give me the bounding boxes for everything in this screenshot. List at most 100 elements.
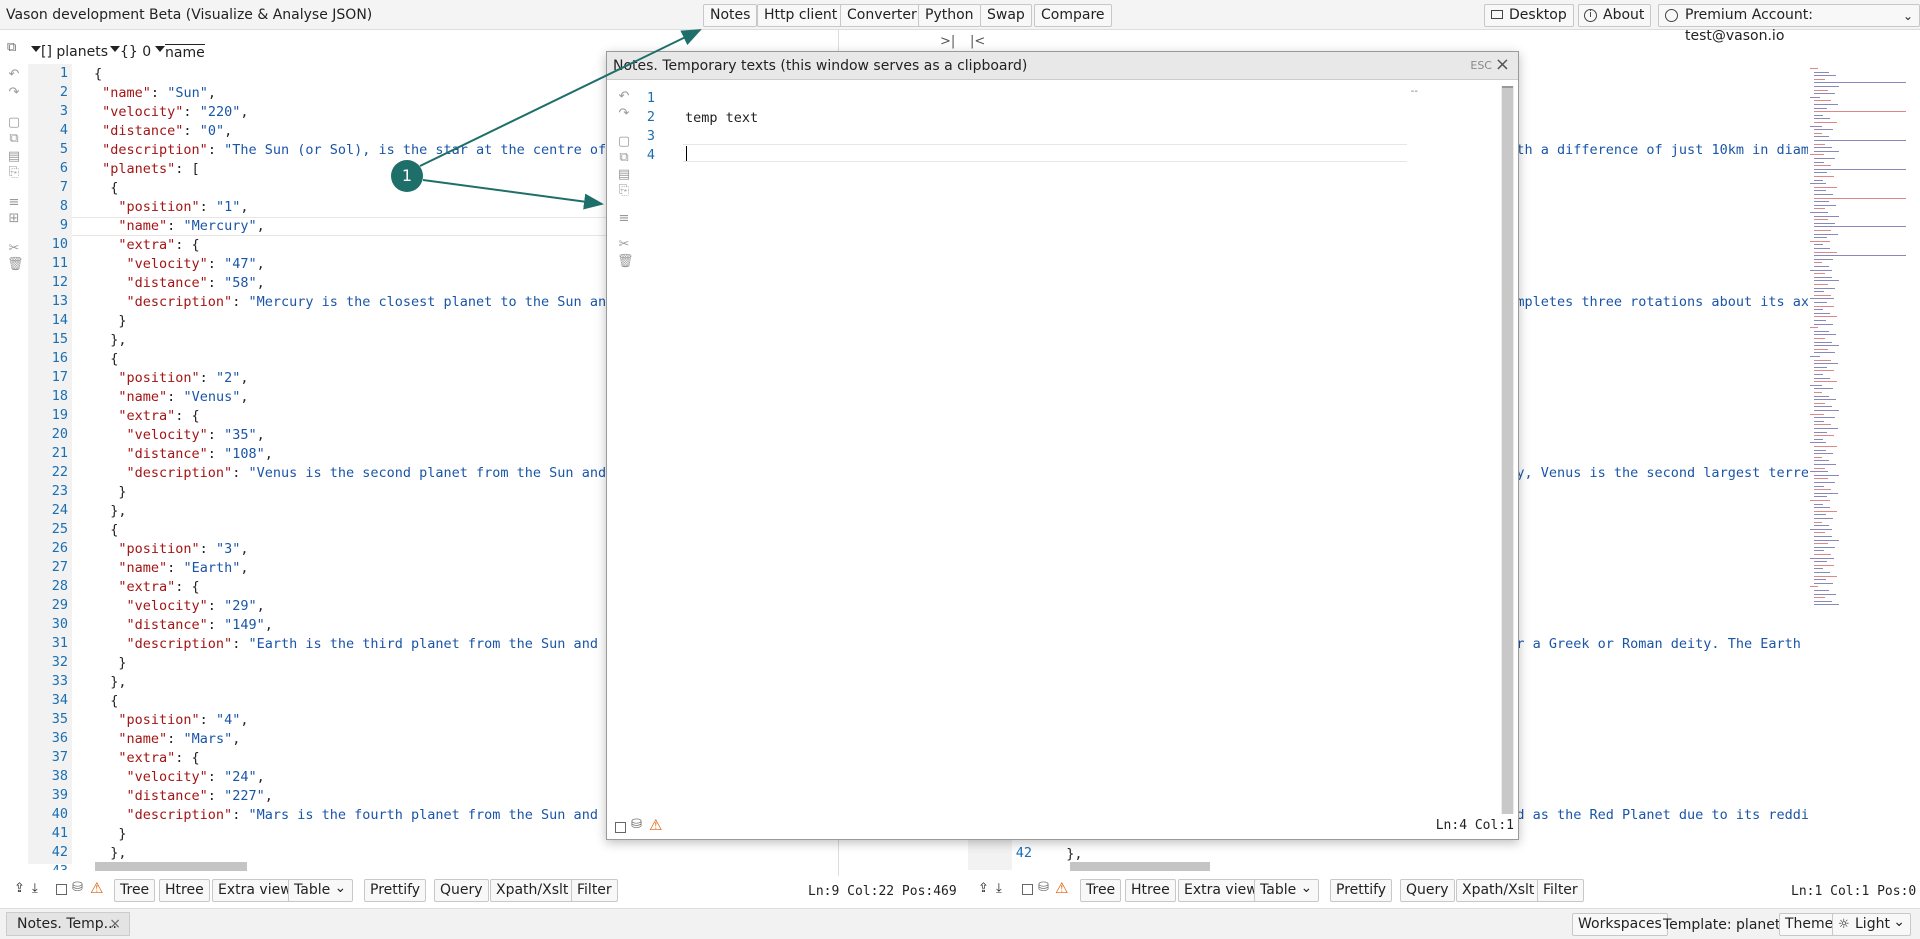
- database-icon[interactable]: ⛁: [1038, 880, 1049, 895]
- minimap-line: [1814, 377, 1830, 379]
- code-line: }: [94, 313, 127, 329]
- wrap-icon[interactable]: ≡: [617, 212, 631, 226]
- query-button[interactable]: Query: [1400, 879, 1455, 902]
- upload-icon[interactable]: ⇪: [978, 881, 989, 896]
- query-button[interactable]: Query: [434, 879, 489, 902]
- database-icon[interactable]: ⛁: [631, 817, 642, 832]
- warning-icon[interactable]: ⚠: [90, 879, 103, 897]
- workspaces-button[interactable]: Workspaces: [1572, 913, 1668, 936]
- light-theme-select[interactable]: ☼ Light ⌄: [1832, 913, 1911, 936]
- notes-editor[interactable]: 1 2 temp text 3 4: [635, 86, 1495, 806]
- checkbox[interactable]: [1022, 884, 1033, 895]
- code-line: "position": "4",: [118, 712, 249, 728]
- select-all-icon[interactable]: ▢: [617, 135, 631, 149]
- minimap-line: [1814, 330, 1829, 332]
- code-line: }: [94, 655, 127, 671]
- notes-line-number: 4: [646, 147, 655, 163]
- htree-button[interactable]: Htree: [1125, 879, 1176, 902]
- minimap-line: [1814, 341, 1832, 343]
- minimap-line: [1814, 302, 1827, 303]
- download-icon[interactable]: ⤓: [32, 881, 38, 896]
- minimap-line: [1814, 93, 1835, 95]
- copy-icon[interactable]: ⧉: [617, 151, 631, 165]
- close-icon[interactable]: ×: [109, 913, 121, 935]
- paste-icon[interactable]: ▤: [617, 168, 631, 182]
- theme-button[interactable]: Theme: [1779, 913, 1840, 936]
- prettify-button[interactable]: Prettify: [1330, 879, 1393, 902]
- minimap-line: [1814, 161, 1824, 163]
- htree-button[interactable]: Htree: [159, 879, 210, 902]
- line-number: 13: [51, 293, 68, 309]
- line-number: 35: [51, 711, 68, 727]
- collapse-right-icon[interactable]: |<: [970, 34, 985, 49]
- right-cursor-status: Ln:1 Col:1 Pos:0: [1791, 884, 1917, 899]
- minimap-line: [1814, 176, 1834, 177]
- minimap-line: [1814, 309, 1823, 311]
- tree-button[interactable]: Tree: [114, 879, 156, 902]
- minimap-line: [1814, 561, 1827, 563]
- paste-special-icon[interactable]: ⎘: [617, 184, 631, 198]
- minimap-line: [1814, 323, 1833, 325]
- xpath-xslt-button[interactable]: Xpath/Xslt: [490, 879, 575, 902]
- minimap-line: [1814, 464, 1836, 465]
- notes-dialog[interactable]: Notes. Temporary texts (this window serv…: [606, 51, 1519, 840]
- table-select[interactable]: Table ⌄: [1254, 879, 1320, 902]
- minimap-line: [1814, 104, 1838, 105]
- line-number: 17: [51, 369, 68, 385]
- redo-icon[interactable]: ↷: [617, 107, 631, 121]
- extra-view-button[interactable]: Extra view: [212, 879, 298, 902]
- checkbox[interactable]: [56, 884, 67, 895]
- filter-button[interactable]: Filter: [1537, 879, 1584, 902]
- line-number: 10: [51, 236, 68, 252]
- cut-icon[interactable]: ✂: [617, 238, 631, 252]
- left-editor-hscroll[interactable]: [95, 862, 247, 871]
- filter-button[interactable]: Filter: [571, 879, 618, 902]
- warning-icon[interactable]: ⚠: [649, 816, 662, 834]
- minimap-line: [1814, 143, 1825, 145]
- minimap-line: [1814, 381, 1837, 383]
- line-number: 20: [51, 426, 68, 442]
- prettify-button[interactable]: Prettify: [364, 879, 427, 902]
- trash-icon[interactable]: 🗑: [617, 255, 634, 269]
- text-cursor: [686, 146, 687, 161]
- code-line: "name": "Earth",: [118, 560, 249, 576]
- notes-dialog-titlebar[interactable]: Notes. Temporary texts (this window serv…: [607, 52, 1518, 80]
- upload-icon[interactable]: ⇪: [14, 881, 25, 896]
- notes-tab[interactable]: Notes. Temp... ×: [6, 912, 130, 936]
- notes-vscroll-thumb[interactable]: [1502, 86, 1513, 814]
- code-line: {: [94, 351, 119, 367]
- minimap-line: [1814, 525, 1829, 527]
- minimap-line: [1814, 147, 1832, 149]
- table-select[interactable]: Table ⌄: [288, 879, 354, 902]
- code-line: },: [94, 845, 127, 861]
- minimap[interactable]: [1808, 64, 1908, 624]
- xpath-xslt-button[interactable]: Xpath/Xslt: [1456, 879, 1541, 902]
- database-icon[interactable]: ⛁: [72, 880, 83, 895]
- line-number: 33: [51, 673, 68, 689]
- tree-button[interactable]: Tree: [1080, 879, 1122, 902]
- minimap-line: [1814, 399, 1836, 401]
- warning-icon[interactable]: ⚠: [1055, 879, 1068, 897]
- undo-icon[interactable]: ↶: [617, 90, 631, 104]
- minimap-line: [1814, 417, 1835, 419]
- minimap-line: [1814, 496, 1827, 498]
- right-bottom-toolbar: ⇪ ⤓ ⛁ ⚠ Tree Htree Extra view Table ⌄ Pre…: [966, 876, 1920, 906]
- notes-vscroll[interactable]: [1501, 86, 1514, 814]
- minimap-line: [1814, 100, 1831, 102]
- minimap-line: [1814, 320, 1826, 321]
- collapse-left-icon[interactable]: >|: [940, 34, 955, 49]
- line-number: 41: [51, 825, 68, 841]
- close-icon[interactable]: ×: [1495, 54, 1510, 75]
- notes-line: temp text: [685, 110, 759, 126]
- checkbox[interactable]: [615, 822, 626, 833]
- minimap-line: [1814, 582, 1833, 584]
- minimap-line: [1814, 579, 1826, 581]
- right-editor-hscroll[interactable]: [1070, 862, 1210, 871]
- download-icon[interactable]: ⤓: [996, 881, 1002, 896]
- code-line: {: [94, 522, 119, 538]
- line-number: 16: [51, 350, 68, 366]
- extra-view-button[interactable]: Extra view: [1178, 879, 1264, 902]
- line-number: 21: [51, 445, 68, 461]
- minimap-line: [1814, 266, 1829, 267]
- code-line: "name": "Venus",: [118, 389, 249, 405]
